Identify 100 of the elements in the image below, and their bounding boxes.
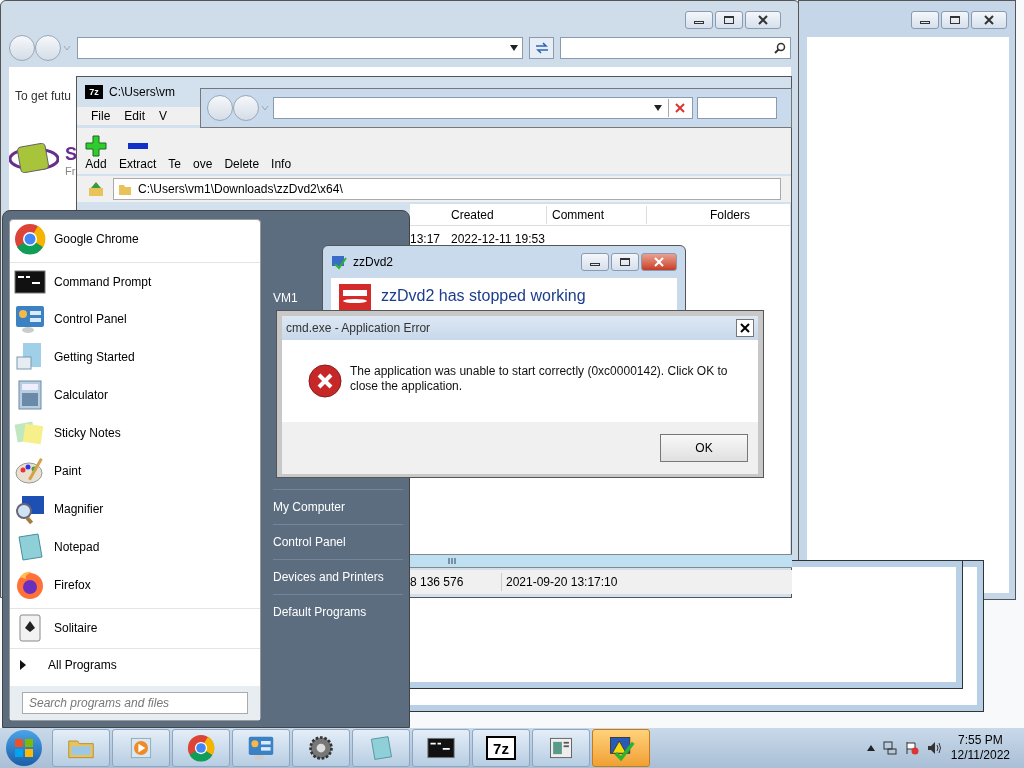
dialog-title: cmd.exe - Application Error: [286, 320, 431, 337]
table-cell-text: 2022-12-11 19:53: [450, 231, 545, 248]
chrome-icon: [14, 223, 46, 255]
minimize-button[interactable]: [911, 11, 939, 29]
program-item[interactable]: Magnifier: [10, 490, 260, 528]
action-center-icon: [607, 734, 635, 762]
folder-up-icon[interactable]: [87, 180, 105, 198]
program-item[interactable]: Sticky Notes: [10, 414, 260, 452]
path-field[interactable]: C:\Users\vm1\Downloads\zzDvd2\x64\: [113, 178, 781, 200]
program-item[interactable]: Solitaire: [10, 608, 260, 646]
close-icon: [984, 15, 994, 25]
toolbar-button[interactable]: Delete: [224, 157, 260, 171]
dropdown-icon: [654, 105, 662, 111]
program-item[interactable]: Notepad: [10, 528, 260, 566]
seven-zip-icon: 7z: [486, 736, 516, 760]
maximize-button[interactable]: [941, 11, 969, 29]
palette-icon: [14, 455, 46, 487]
program-item[interactable]: Command Prompt: [10, 262, 260, 300]
program-item[interactable]: Google Chrome: [10, 220, 260, 258]
column-header[interactable]: Comment: [546, 205, 646, 224]
search-field[interactable]: Search programs and files: [22, 692, 248, 714]
minimize-button[interactable]: [581, 253, 609, 271]
toolbar-button[interactable]: Add: [85, 135, 107, 171]
toolbar-button[interactable]: Extract: [119, 135, 157, 171]
minus-icon: [127, 143, 148, 149]
logo-title: S: [65, 143, 77, 166]
close-icon: [654, 257, 664, 267]
windows-logo-icon: [14, 738, 34, 758]
minimize-button[interactable]: [685, 11, 713, 29]
start-menu-link[interactable]: Devices and Printers: [273, 559, 403, 594]
magnifier-icon: [14, 493, 46, 525]
taskbar-button[interactable]: [412, 729, 470, 767]
dropdown-icon: [63, 45, 71, 51]
window-title: zzDvd2: [353, 254, 393, 271]
application-icon: [331, 254, 347, 270]
close-button[interactable]: [745, 11, 781, 29]
menu-item[interactable]: File: [91, 107, 111, 125]
logo-subtitle: Fr: [65, 164, 76, 179]
start-menu-link[interactable]: My Computer: [273, 489, 403, 524]
ok-button[interactable]: OK: [660, 434, 748, 462]
program-item[interactable]: Calculator: [10, 376, 260, 414]
close-button[interactable]: [736, 319, 754, 337]
program-item[interactable]: Getting Started: [10, 338, 260, 376]
search-icon: [774, 42, 786, 54]
firefox-icon: [14, 569, 46, 601]
close-button[interactable]: [971, 11, 1007, 29]
start-button[interactable]: [6, 730, 42, 766]
grip-icon: [448, 557, 456, 565]
close-icon: [740, 323, 750, 333]
program-item[interactable]: Firefox: [10, 566, 260, 604]
crash-message: zzDvd2 has stopped working: [381, 286, 586, 306]
error-icon: [308, 364, 342, 398]
toolbar-button[interactable]: ove: [193, 157, 213, 171]
close-icon: [674, 103, 685, 113]
close-icon: [758, 15, 768, 25]
folder-icon: [118, 182, 132, 196]
control-panel-icon: [247, 734, 275, 762]
clock-date[interactable]: 12/11/2022: [950, 748, 1010, 763]
maximize-button[interactable]: [611, 253, 639, 271]
refresh-icon: [534, 42, 549, 54]
dropdown-icon: [261, 105, 269, 111]
banner-text: To get futu: [15, 88, 72, 105]
network-icon[interactable]: [882, 741, 897, 755]
caret-icon: [20, 659, 26, 670]
dvd-icon: [339, 284, 371, 312]
toolbar-button[interactable]: Te: [168, 157, 182, 171]
start-menu-link[interactable]: Control Panel: [273, 524, 403, 559]
flag-icon[interactable]: [904, 741, 919, 755]
dropdown-icon: [510, 45, 519, 51]
window-title: C:\Users\vm: [109, 84, 175, 101]
search-field[interactable]: [697, 97, 777, 119]
chrome-icon: [187, 734, 215, 762]
table-cell-text: 13:17: [410, 231, 442, 248]
show-hidden-icons-icon[interactable]: [866, 745, 875, 751]
address-field[interactable]: [273, 97, 693, 119]
error-message: The application was unable to start correctly (0xc0000142). Click OK to close the application.: [350, 364, 728, 394]
menu-item[interactable]: V: [159, 107, 168, 125]
status-text: 2021-09-20 13:17:10: [505, 574, 618, 591]
horizontal-scrollbar[interactable]: [410, 554, 792, 568]
taskbar-button[interactable]: [292, 729, 350, 767]
taskbar-button[interactable]: [592, 729, 650, 767]
search-field[interactable]: [560, 37, 791, 59]
start-menu-link[interactable]: Default Programs: [273, 594, 403, 629]
clock-time[interactable]: 7:55 PM: [958, 733, 1003, 748]
maximize-button[interactable]: [715, 11, 743, 29]
gear-icon: [307, 734, 335, 762]
column-header[interactable]: Created: [446, 205, 546, 224]
menu-item[interactable]: Edit: [124, 107, 146, 125]
speaker-icon[interactable]: [926, 741, 943, 755]
control-panel-icon: [14, 303, 46, 335]
refresh-button[interactable]: [529, 37, 555, 59]
column-header[interactable]: Folders: [646, 205, 790, 224]
plus-icon: [85, 135, 107, 157]
address-field[interactable]: [77, 37, 524, 59]
all-programs-item[interactable]: All Programs: [10, 648, 260, 680]
toolbar-button[interactable]: Info: [271, 157, 292, 171]
seven-zip-icon: 7z: [85, 85, 103, 99]
taskbar-button[interactable]: 7z: [472, 729, 530, 767]
program-item[interactable]: Control Panel: [10, 300, 260, 338]
program-item[interactable]: Paint: [10, 452, 260, 490]
